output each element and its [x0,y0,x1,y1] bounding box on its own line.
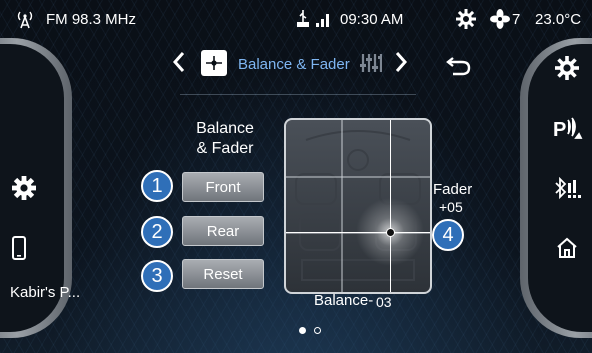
balance-fader-pad[interactable] [284,118,432,294]
settings-gear-icon[interactable] [12,176,36,205]
callout-badge-2: 2 [141,216,173,248]
radio-signal-icon [14,9,36,33]
callout-badge-4: 4 [432,219,464,251]
header-divider [180,94,416,95]
cabin-temperature: 23.0°C [535,11,582,28]
fan-icon [490,9,510,33]
balance-fader-heading: Balance & Fader [196,120,254,157]
fader-value: +05 [439,199,463,215]
balance-fader-mode-icon[interactable] [201,50,227,81]
fan-speed: 7 [512,11,521,28]
fader-line [286,232,430,233]
phone-icon[interactable] [12,236,26,265]
home-icon[interactable] [555,236,579,265]
callout-badge-3: 3 [141,260,173,292]
fader-label: Fader [433,181,473,198]
cell-signal-icon [316,12,332,32]
balance-line [390,120,391,292]
climate-settings-icon[interactable] [555,56,579,85]
clock: 09:30 AM [340,11,404,28]
reset-button[interactable]: Reset [182,259,264,289]
bluetooth-audio-icon[interactable] [553,176,583,206]
status-bar: FM 98.3 MHz 09:30 AM 7 23.0°C [0,0,592,38]
chevron-right-icon[interactable] [394,50,408,79]
page-indicator-inactive[interactable] [314,327,321,334]
front-button[interactable]: Front [182,172,264,202]
radio-station: FM 98.3 MHz [46,11,137,28]
parking-assist-icon[interactable]: P [553,116,583,147]
head-unit-screen: FM 98.3 MHz 09:30 AM 7 23.0°C Kabir's P.… [0,0,592,353]
focus-point-handle[interactable] [386,228,395,237]
paired-device-name[interactable]: Kabir's P... [10,284,80,301]
back-icon[interactable] [446,54,472,81]
equalizer-icon[interactable] [360,52,384,79]
rear-button[interactable]: Rear [182,216,264,246]
svg-text:P: P [553,119,566,141]
nav-title: Balance & Fader [238,56,350,73]
callout-badge-1: 1 [141,170,173,202]
balance-label: Balance- [314,292,374,309]
chevron-left-icon[interactable] [172,50,186,79]
balance-value: 03 [376,294,392,310]
page-indicator-active[interactable] [299,327,306,334]
usb-icon [296,9,310,35]
climate-gear-icon [456,9,476,33]
